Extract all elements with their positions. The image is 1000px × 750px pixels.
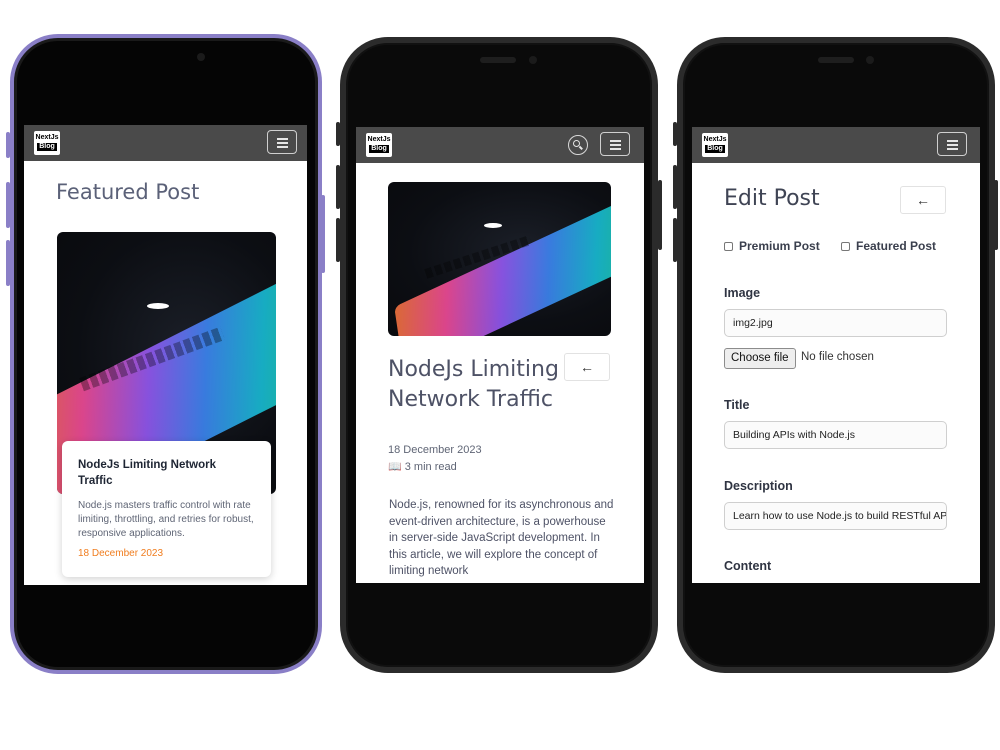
- premium-post-label[interactable]: Premium Post: [739, 239, 820, 253]
- content-label: Content: [724, 559, 772, 573]
- post-card-title[interactable]: NodeJs Limiting Network Traffic: [78, 457, 248, 489]
- search-button[interactable]: [568, 135, 588, 155]
- logo-text: Blog: [369, 145, 389, 153]
- phone-side-button: [321, 195, 325, 273]
- title-input[interactable]: Building APIs with Node.js: [724, 421, 947, 449]
- back-button[interactable]: ←: [564, 353, 610, 381]
- navbar: NextJs Blog: [692, 127, 980, 163]
- featured-post-label[interactable]: Featured Post: [856, 239, 936, 253]
- navbar: NextJs Blog: [356, 127, 644, 163]
- logo-text: Blog: [37, 143, 57, 151]
- file-status-text: No file chosen: [801, 351, 874, 363]
- description-label: Description: [724, 479, 793, 493]
- hamburger-icon: [947, 144, 958, 146]
- post-detail-screen: NextJs Blog ← NodeJs Limiting Network Tr…: [356, 127, 644, 583]
- hamburger-icon: [277, 146, 288, 148]
- menu-toggle-button[interactable]: [267, 130, 297, 154]
- site-logo[interactable]: NextJs Blog: [702, 133, 728, 157]
- laptop-logo-light: [484, 223, 502, 228]
- site-logo[interactable]: NextJs Blog: [34, 131, 60, 155]
- phone-side-button: [673, 165, 677, 209]
- hamburger-icon: [610, 144, 621, 146]
- phone-speaker: [480, 57, 516, 63]
- post-card-date: 18 December 2023: [78, 548, 164, 559]
- hamburger-icon: [947, 140, 958, 142]
- article-date: 18 December 2023: [388, 444, 482, 456]
- article-read-time: 📖 3 min read: [388, 461, 457, 473]
- phone-side-button: [994, 180, 998, 250]
- menu-toggle-button[interactable]: [600, 132, 630, 156]
- search-icon-handle: [579, 145, 583, 150]
- laptop-logo-light: [147, 303, 169, 309]
- phone-side-button: [336, 122, 340, 146]
- phone-speaker: [818, 57, 854, 63]
- phone-side-button: [658, 180, 662, 250]
- post-card[interactable]: NodeJs Limiting Network Traffic Node.js …: [62, 441, 271, 577]
- phone-camera: [197, 53, 205, 61]
- phone-side-button: [336, 218, 340, 262]
- logo-text: NextJs: [703, 136, 727, 143]
- edit-post-screen: NextJs Blog Edit Post ← Premium Post Fea…: [692, 127, 980, 583]
- phone-side-button: [336, 165, 340, 209]
- premium-post-checkbox[interactable]: [724, 242, 733, 251]
- hamburger-icon: [277, 138, 288, 140]
- logo-text: NextJs: [367, 136, 391, 143]
- logo-text: Blog: [705, 145, 725, 153]
- featured-post-checkbox[interactable]: [841, 242, 850, 251]
- phone-side-button: [6, 182, 10, 228]
- title-label: Title: [724, 398, 750, 412]
- phone-camera: [866, 56, 874, 64]
- article-body: Node.js, renowned for its asynchronous a…: [389, 499, 614, 577]
- page-title: Edit Post: [724, 186, 820, 211]
- section-heading: Featured Post: [56, 180, 200, 204]
- hamburger-icon: [610, 140, 621, 142]
- menu-toggle-button[interactable]: [937, 132, 967, 156]
- arrow-left-icon: ←: [916, 192, 930, 208]
- hamburger-icon: [610, 148, 621, 150]
- logo-text: NextJs: [35, 134, 59, 141]
- post-cover-image: [388, 182, 611, 336]
- site-logo[interactable]: NextJs Blog: [366, 133, 392, 157]
- phone-side-button: [673, 122, 677, 146]
- image-label: Image: [724, 286, 761, 300]
- description-input[interactable]: Learn how to use Node.js to build RESTfu…: [724, 502, 947, 530]
- phone-side-button: [673, 218, 677, 262]
- hamburger-icon: [947, 148, 958, 150]
- phone-side-button: [6, 240, 10, 286]
- navbar: NextJs Blog: [24, 125, 307, 161]
- featured-post-screen: NextJs Blog Featured Post NodeJs Limitin…: [24, 125, 307, 585]
- choose-file-button[interactable]: Choose file: [724, 348, 796, 369]
- phone-camera: [529, 56, 537, 64]
- image-input[interactable]: img2.jpg: [724, 309, 947, 337]
- hamburger-icon: [277, 142, 288, 144]
- post-card-description: Node.js masters traffic control with rat…: [78, 500, 254, 539]
- article-title: NodeJs Limiting Network Traffic: [388, 357, 559, 412]
- back-button[interactable]: ←: [900, 186, 946, 214]
- arrow-left-icon: ←: [580, 359, 594, 375]
- phone-side-button: [6, 132, 10, 158]
